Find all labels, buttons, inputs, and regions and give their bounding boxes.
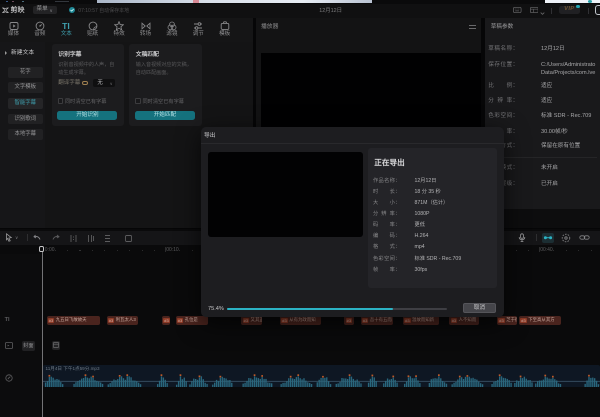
svg-text:TI: TI bbox=[62, 21, 70, 31]
